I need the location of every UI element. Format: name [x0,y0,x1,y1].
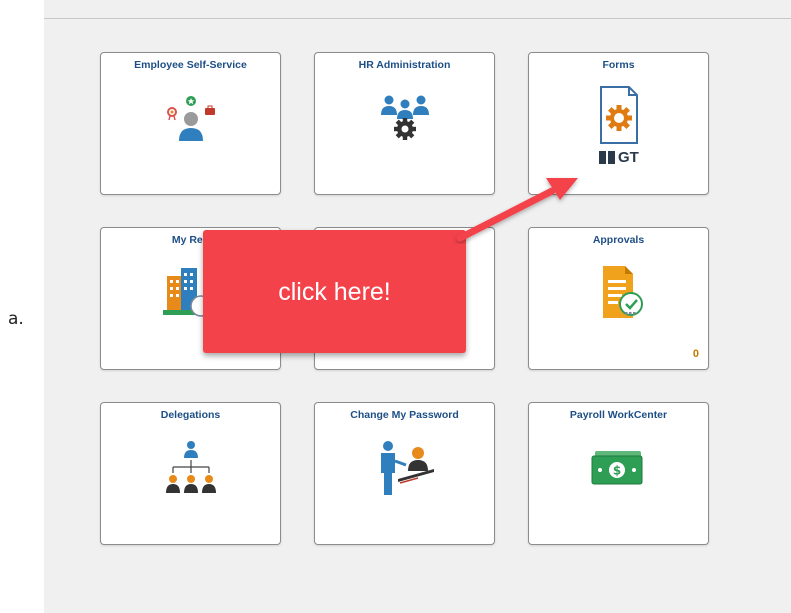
header-divider [44,18,791,19]
hr-administration-icon [315,91,494,143]
tile-employee-self-service[interactable]: Employee Self-Service [100,52,281,195]
tile-payroll-workcenter[interactable]: Payroll WorkCenter $ [528,402,709,545]
tile-title: Change My Password [350,409,459,421]
tile-delegations[interactable]: Delegations [100,402,281,545]
tile-title: Employee Self-Service [134,59,247,71]
tile-title: Approvals [592,234,645,246]
tile-title: HR Administration [358,59,451,71]
tile-forms[interactable]: Forms GT [528,52,709,195]
tile-approvals[interactable]: Approvals 0 [528,227,709,370]
tile-title: Payroll WorkCenter [569,409,668,421]
svg-text:$: $ [612,464,620,478]
approvals-count-badge: 0 [692,348,699,360]
list-marker: a. [8,309,24,329]
tile-change-my-password[interactable]: Change My Password [314,402,495,545]
click-here-callout: click here! [203,230,466,353]
gt-logo: GT [599,149,639,166]
password-user-icon [315,439,494,499]
forms-document-gear-icon [529,85,708,155]
homepage-background: Employee Self-Service HR Administration [44,0,791,613]
employee-self-service-icon [101,93,280,145]
tile-title: Delegations [160,409,221,421]
tile-title: Forms [602,59,635,71]
approvals-document-check-icon [529,264,708,320]
tile-hr-administration[interactable]: HR Administration [314,52,495,195]
money-icon: $ [529,447,708,493]
org-chart-icon [101,439,280,499]
callout-text: click here! [278,278,391,306]
